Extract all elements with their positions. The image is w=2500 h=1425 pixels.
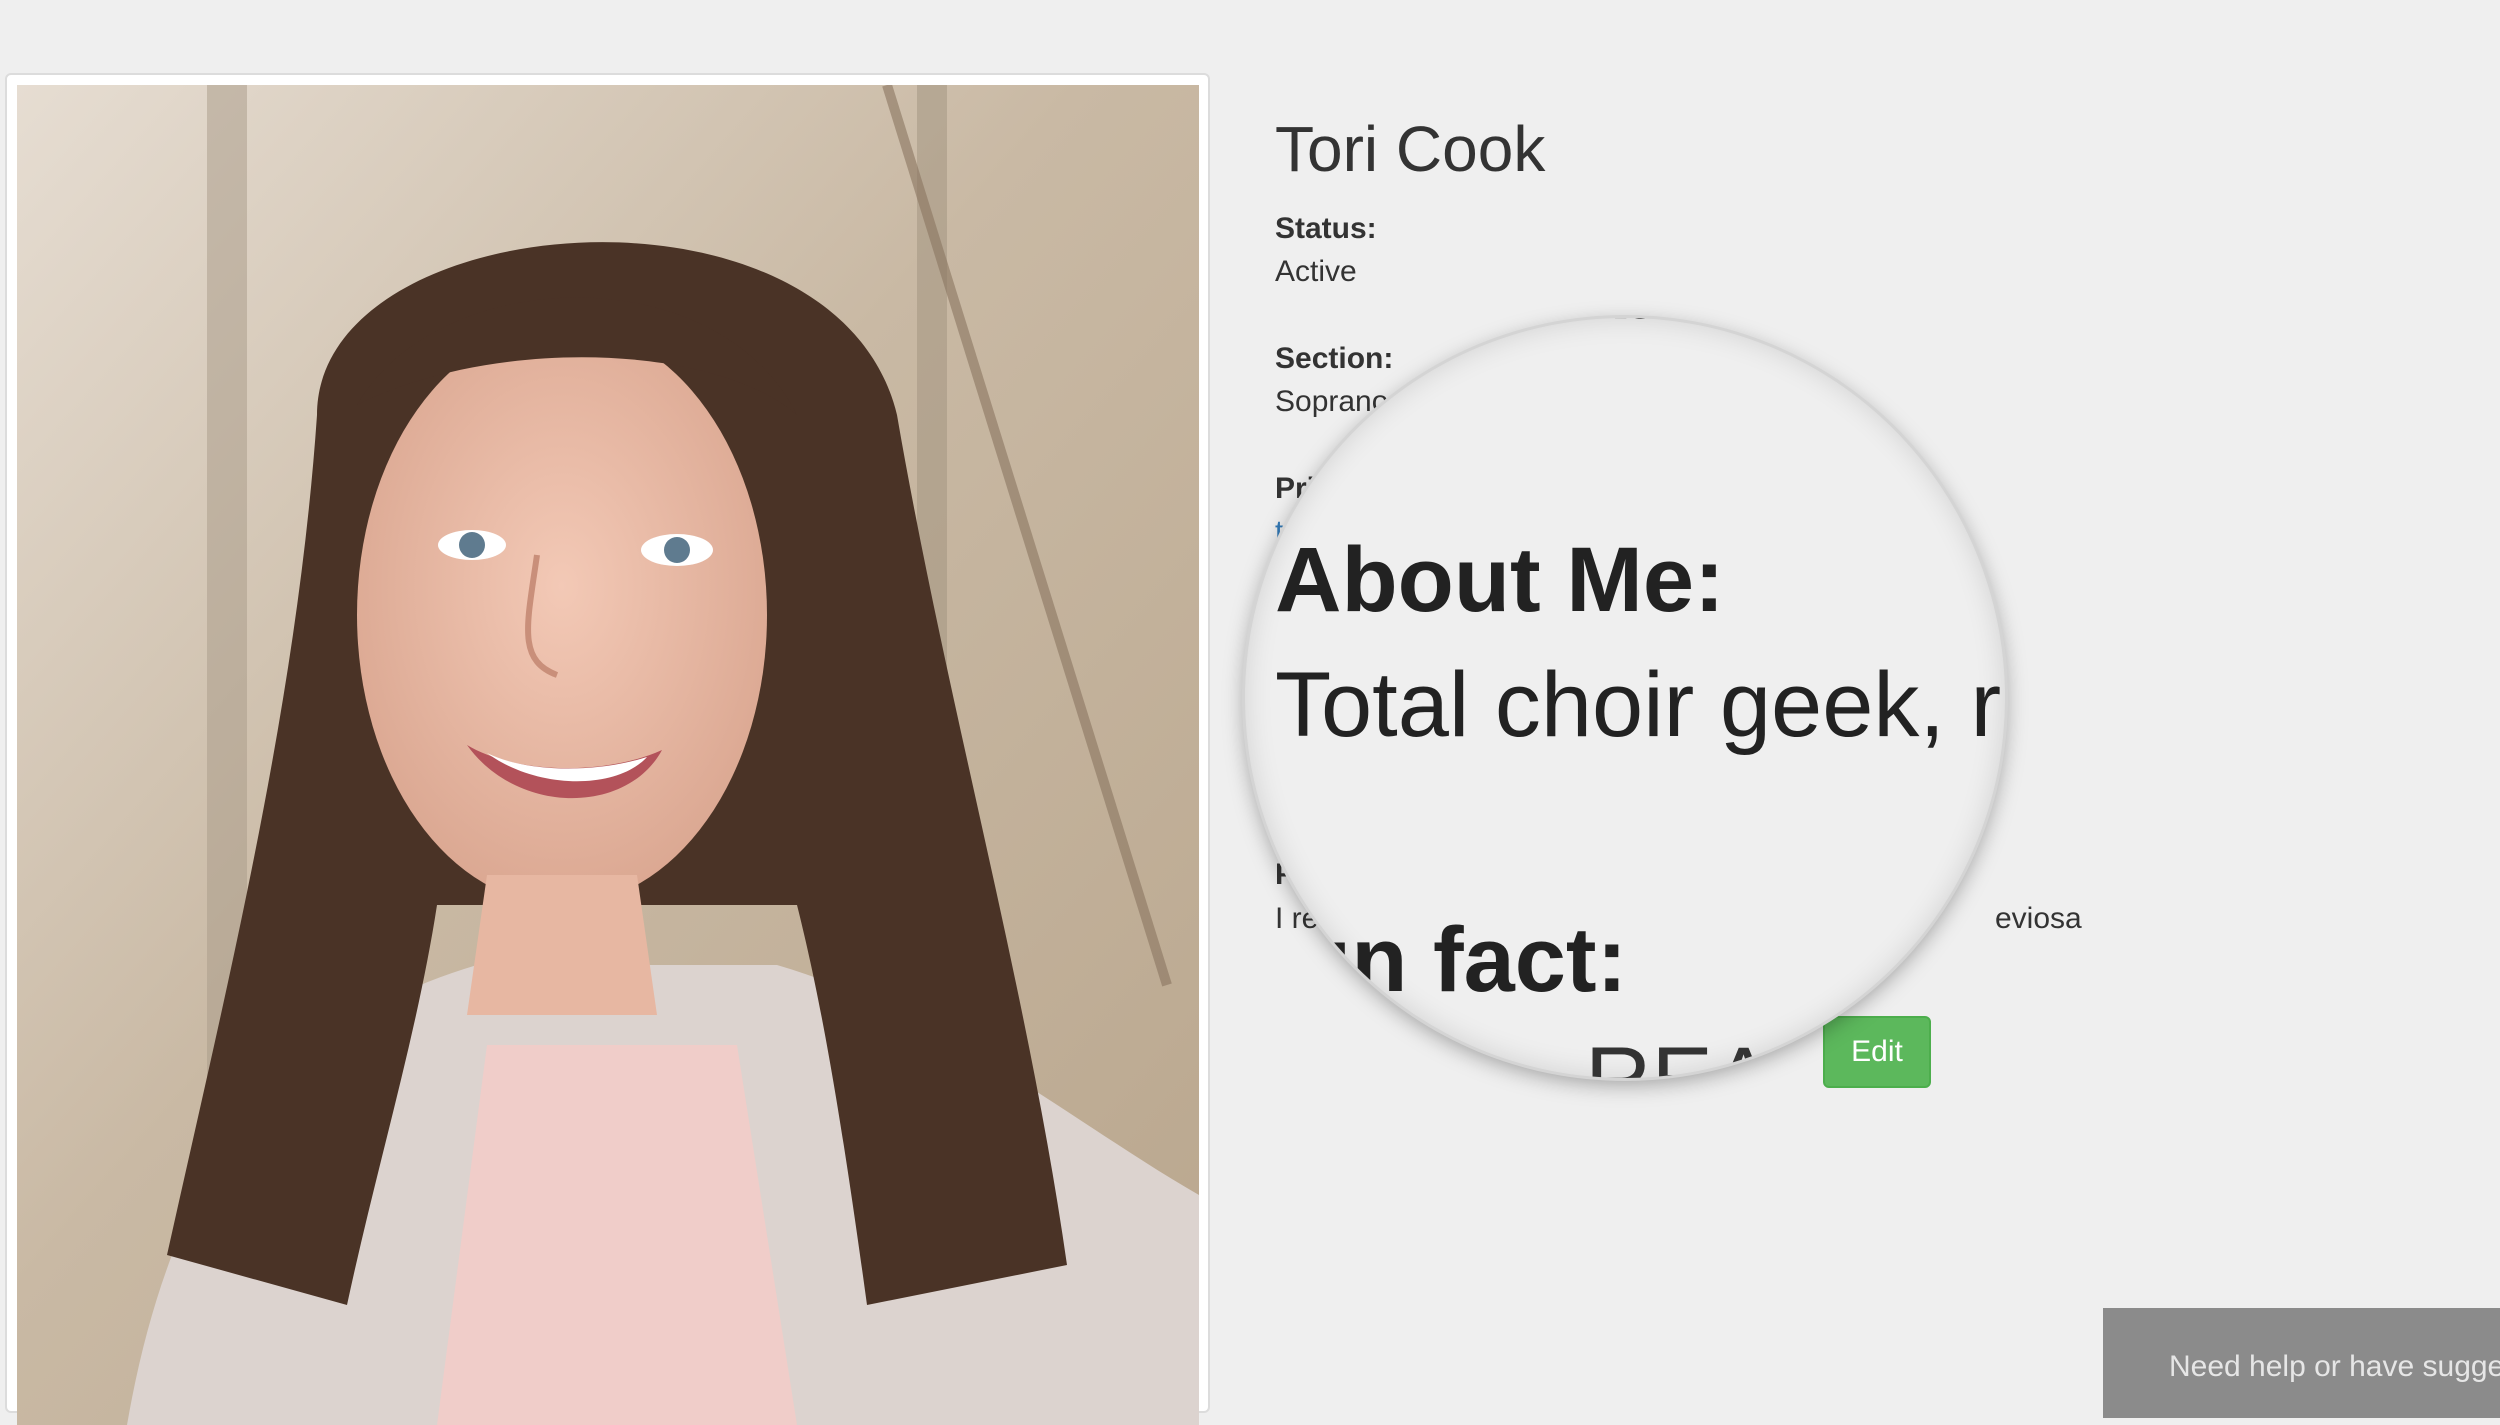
section-label: Section: — [1275, 342, 1394, 375]
magnified-bottom-fragment: REA — [1585, 1028, 1774, 1078]
status-label: Status: — [1275, 212, 1377, 245]
magnified-top-fragment: embe — [1485, 318, 1710, 339]
help-widget-label: Need help or have sugge — [2169, 1350, 2500, 1383]
magnified-about-text: Total choir geek, r — [1275, 654, 2002, 756]
status-value: Active — [1275, 255, 1357, 288]
magnifier-lens: embe About Me: Total choir geek, r un fa… — [1245, 318, 2005, 1078]
fun-fact-value-end: eviosa — [1995, 902, 2082, 935]
profile-photo — [17, 85, 1199, 1425]
profile-name: Tori Cook — [1275, 113, 1546, 185]
magnified-about-label: About Me: — [1275, 529, 1725, 631]
magnified-fun-fact-label: un fact: — [1295, 909, 1628, 1011]
edit-button[interactable]: Edit — [1823, 1016, 1931, 1088]
profile-photo-card — [5, 73, 1210, 1425]
profile-photo-image — [17, 85, 1199, 1425]
help-feedback-widget[interactable]: Need help or have sugge — [2103, 1308, 2500, 1418]
